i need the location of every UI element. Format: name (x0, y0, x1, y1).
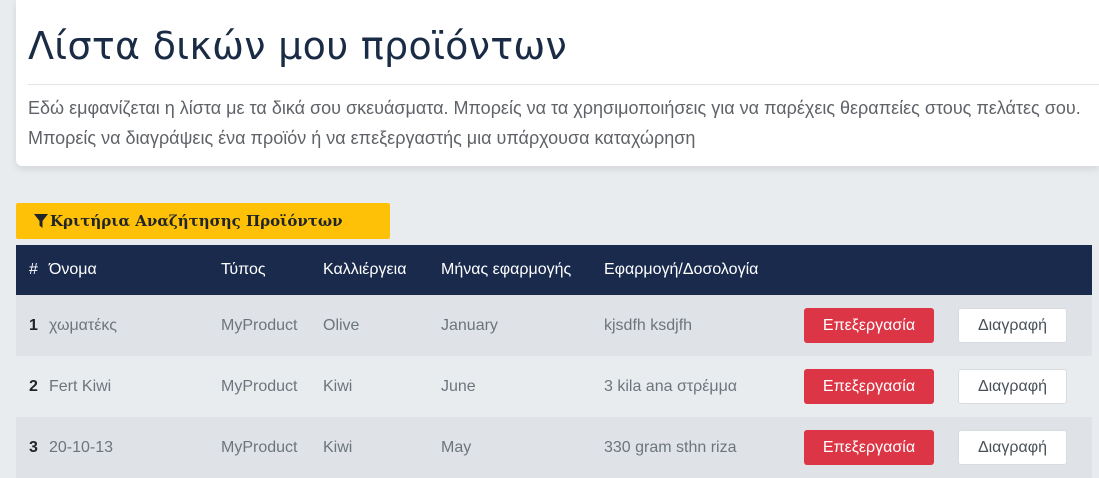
table-row: 2 Fert Kiwi MyProduct Kiwi June 3 kila a… (16, 356, 1092, 417)
product-crop: Olive (323, 316, 360, 334)
search-criteria-label: Κριτήρια Αναζήτησης Προϊόντων (50, 212, 343, 230)
page-title: Λίστα δικών μου προϊόντων (28, 24, 568, 68)
column-header-month: Μήνας εφαρμογής (441, 261, 572, 278)
edit-cell: Επεξεργασία (804, 417, 958, 478)
column-header-edit (804, 245, 958, 295)
delete-cell: Διαγραφή (958, 356, 1092, 417)
page-header-card: Λίστα δικών μου προϊόντων Εδώ εμφανίζετα… (16, 0, 1099, 166)
row-number: 3 (29, 438, 38, 456)
search-criteria-button[interactable]: Κριτήρια Αναζήτησης Προϊόντων (16, 203, 390, 239)
row-number: 1 (29, 316, 38, 334)
top-link[interactable] (959, 0, 1099, 5)
delete-button[interactable]: Διαγραφή (958, 308, 1067, 343)
product-name: 20-10-13 (49, 438, 114, 456)
row-number: 2 (29, 377, 38, 395)
product-name: Fert Kiwi (49, 377, 112, 395)
product-crop: Kiwi (323, 377, 353, 395)
product-dosage: 330 gram sthn riza (604, 438, 737, 456)
edit-button[interactable]: Επεξεργασία (804, 308, 934, 343)
product-month: January (441, 316, 498, 334)
product-month: May (441, 438, 472, 456)
products-table: # Όνομα Τύπος Καλλιέργεια Μήνας εφαρμογή… (16, 245, 1092, 478)
delete-cell: Διαγραφή (958, 417, 1092, 478)
column-header-delete (958, 245, 1092, 295)
column-header-dosage: Εφαρμογή/Δοσολογία (604, 261, 759, 278)
product-name: χωματέκς (49, 316, 117, 334)
column-header-number: # (29, 261, 38, 278)
edit-button[interactable]: Επεξεργασία (804, 369, 934, 404)
product-type: MyProduct (221, 438, 298, 456)
product-type: MyProduct (221, 316, 298, 334)
edit-cell: Επεξεργασία (804, 356, 958, 417)
delete-cell: Διαγραφή (958, 295, 1092, 356)
product-dosage: 3 kila ana στρέμμα (604, 377, 738, 395)
column-header-name: Όνομα (49, 261, 97, 278)
divider (28, 84, 1099, 85)
delete-button[interactable]: Διαγραφή (958, 369, 1067, 404)
delete-button[interactable]: Διαγραφή (958, 430, 1067, 465)
product-month: June (441, 377, 476, 395)
filter-icon (34, 214, 48, 228)
table-row: 3 20-10-13 MyProduct Kiwi May 330 gram s… (16, 417, 1092, 478)
table-row: 1 χωματέκς MyProduct Olive January kjsdf… (16, 295, 1092, 356)
product-dosage: kjsdfh ksdjfh (604, 316, 693, 334)
product-crop: Kiwi (323, 438, 353, 456)
edit-button[interactable]: Επεξεργασία (804, 430, 934, 465)
column-header-crop: Καλλιέργεια (323, 261, 407, 278)
page-description: Εδώ εμφανίζεται η λίστα με τα δικά σου σ… (28, 98, 1081, 148)
edit-cell: Επεξεργασία (804, 295, 958, 356)
product-type: MyProduct (221, 377, 298, 395)
column-header-type: Τύπος (221, 261, 266, 278)
table-header-row: # Όνομα Τύπος Καλλιέργεια Μήνας εφαρμογή… (16, 245, 1092, 295)
